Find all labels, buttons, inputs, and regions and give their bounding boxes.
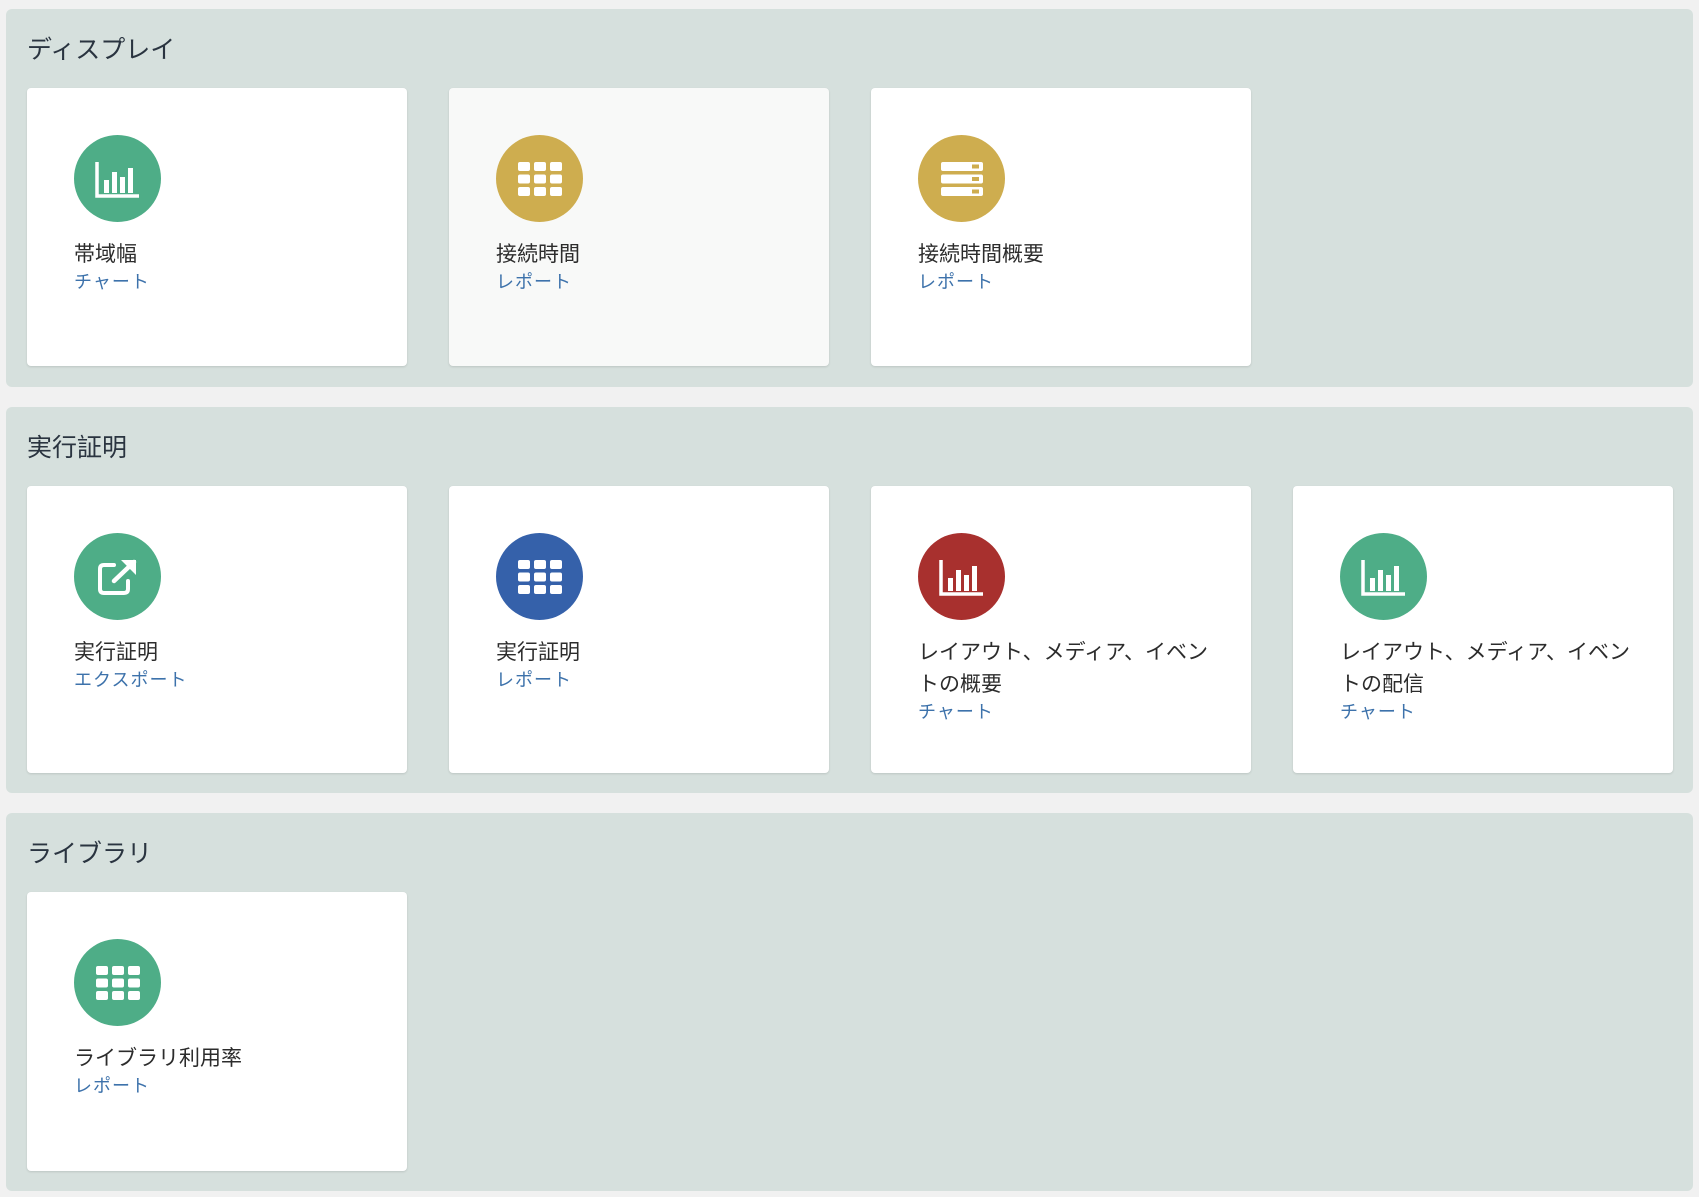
- card-title-text: 実行証明: [74, 640, 158, 664]
- card-type-label[interactable]: レポート: [496, 668, 796, 694]
- card-title-text: ライブラリ利用率: [74, 1046, 242, 1070]
- card-title-text: 実行証明: [496, 640, 580, 664]
- card-title-text: 接続時間概要: [918, 242, 1044, 266]
- section-display: ディスプレイ 帯域幅 チャート 接続時間 レポート 接続時間概要 レポート: [6, 9, 1693, 387]
- card-title: 接続時間 レポート: [496, 238, 796, 296]
- card-title: 実行証明 レポート: [496, 636, 796, 694]
- card-title: 実行証明 エクスポート: [74, 636, 374, 694]
- card-title: ライブラリ利用率 レポート: [74, 1042, 374, 1100]
- card-type-label[interactable]: レポート: [918, 270, 1218, 296]
- bar-chart-icon: [74, 135, 161, 222]
- grid-table-icon: [496, 135, 583, 222]
- card-library-usage[interactable]: ライブラリ利用率 レポート: [27, 892, 407, 1171]
- card-title: 接続時間概要 レポート: [918, 238, 1218, 296]
- card-title: レイアウト、メディア、イベントの配信 チャート: [1340, 636, 1640, 726]
- card-layout-media-event-distribution[interactable]: レイアウト、メディア、イベントの配信 チャート: [1293, 486, 1673, 773]
- card-type-label[interactable]: チャート: [1340, 700, 1640, 726]
- card-type-label[interactable]: レポート: [496, 270, 796, 296]
- section-proof-of-play: 実行証明 実行証明 エクスポート 実行証明 レポート レイアウト、メディア、イベ…: [6, 407, 1693, 793]
- card-type-label[interactable]: チャート: [918, 700, 1218, 726]
- grid-table-icon: [496, 533, 583, 620]
- card-type-label[interactable]: チャート: [74, 270, 374, 296]
- card-title: 帯域幅 チャート: [74, 238, 374, 296]
- card-type-label[interactable]: エクスポート: [74, 668, 374, 694]
- section-title: ディスプレイ: [27, 35, 176, 64]
- card-bandwidth[interactable]: 帯域幅 チャート: [27, 88, 407, 366]
- card-title-text: レイアウト、メディア、イベントの概要: [918, 640, 1209, 696]
- card-title: レイアウト、メディア、イベントの概要 チャート: [918, 636, 1218, 726]
- section-title: ライブラリ: [27, 839, 153, 868]
- list-rows-icon: [918, 135, 1005, 222]
- bar-chart-icon: [1340, 533, 1427, 620]
- section-library: ライブラリ ライブラリ利用率 レポート: [6, 813, 1693, 1191]
- card-connection-time[interactable]: 接続時間 レポート: [449, 88, 829, 366]
- card-proof-of-play-report[interactable]: 実行証明 レポート: [449, 486, 829, 773]
- card-connection-time-summary[interactable]: 接続時間概要 レポート: [871, 88, 1251, 366]
- card-title-text: 帯域幅: [74, 242, 137, 266]
- grid-table-icon: [74, 939, 161, 1026]
- card-layout-media-event-summary[interactable]: レイアウト、メディア、イベントの概要 チャート: [871, 486, 1251, 773]
- card-type-label[interactable]: レポート: [74, 1074, 374, 1100]
- section-title: 実行証明: [27, 433, 128, 462]
- card-title-text: 接続時間: [496, 242, 580, 266]
- card-proof-of-play-export[interactable]: 実行証明 エクスポート: [27, 486, 407, 773]
- card-title-text: レイアウト、メディア、イベントの配信: [1340, 640, 1631, 696]
- external-export-icon: [74, 533, 161, 620]
- bar-chart-icon: [918, 533, 1005, 620]
